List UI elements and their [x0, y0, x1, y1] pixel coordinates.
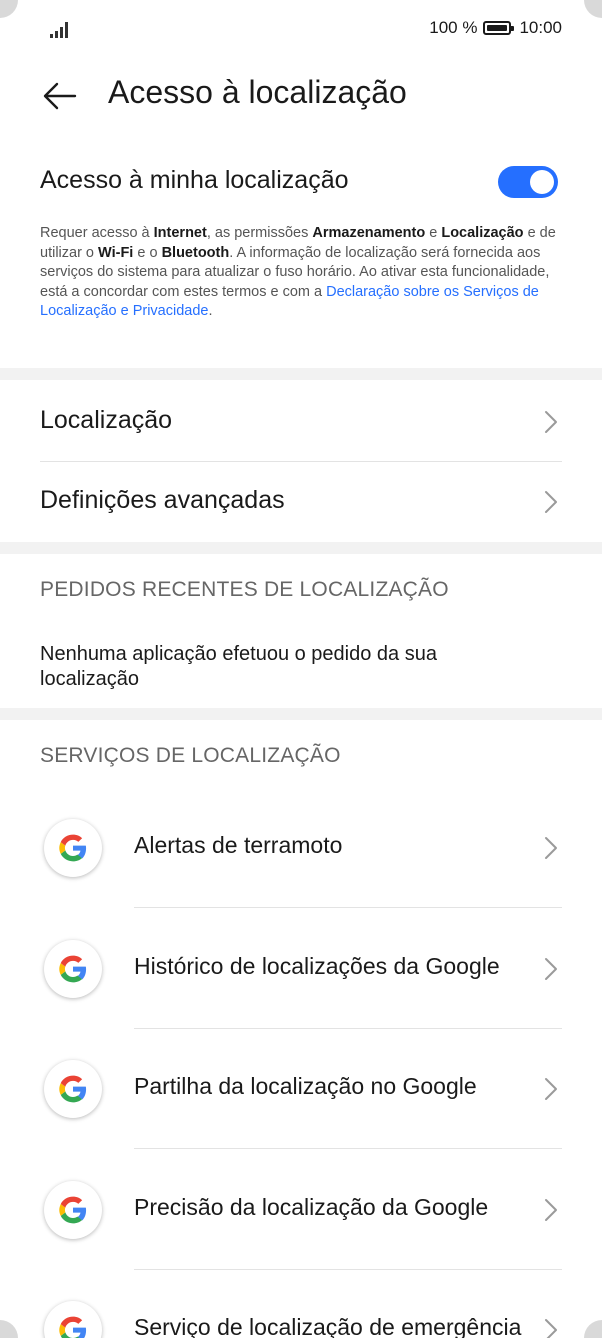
clock: 10:00 [519, 18, 562, 37]
chevron-right-icon [545, 491, 557, 513]
chevron-right-icon [545, 1198, 557, 1221]
menu-item-definicoes-avancadas[interactable]: Definições avançadas [40, 462, 562, 542]
chevron-right-icon [545, 411, 557, 433]
section-divider [0, 708, 602, 720]
location-access-description: Requer acesso à Internet, as permissões … [40, 225, 556, 319]
service-item-3[interactable]: Partilha da localização no Google [0, 1029, 602, 1149]
google-icon [44, 819, 102, 877]
chevron-right-icon [545, 1319, 557, 1338]
menu-item-label: Definições avançadas [40, 486, 285, 514]
service-item-label: Partilha da localização no Google [134, 1073, 477, 1099]
google-icon [44, 1301, 102, 1338]
service-item-label: Histórico de localizações da Google [134, 952, 500, 979]
status-right: 100 % 10:00 [429, 18, 562, 38]
google-icon [44, 1060, 102, 1118]
chevron-right-icon [545, 1078, 557, 1100]
signal-icon [50, 22, 70, 38]
page-title: Acesso à localização [108, 74, 407, 110]
location-services-header: SERVIÇOS DE LOCALIZAÇÃO [40, 744, 341, 767]
status-bar: 100 % 10:00 [0, 0, 602, 60]
service-item-4[interactable]: Precisão da localização da Google [0, 1150, 602, 1270]
location-access-label: Acesso à minha localização [40, 166, 349, 194]
chevron-right-icon [545, 837, 557, 859]
recent-requests-empty: Nenhuma aplicação efetuou o pedido da su… [40, 643, 437, 690]
menu-item-localizacao[interactable]: Localização [40, 382, 562, 462]
section-divider [0, 368, 602, 380]
service-item-label: Alertas de terramoto [134, 832, 343, 858]
google-icon [44, 939, 102, 998]
location-access-row[interactable]: Acesso à minha localização [40, 160, 562, 204]
location-access-toggle[interactable] [498, 166, 558, 198]
google-icon [44, 1180, 102, 1239]
settings-screen: 100 % 10:00 Acesso à localização Acesso … [0, 0, 602, 1338]
recent-requests-header: PEDIDOS RECENTES DE LOCALIZAÇÃO [40, 578, 449, 601]
service-item-label: Precisão da localização da Google [134, 1193, 489, 1220]
chevron-right-icon [545, 957, 557, 980]
service-item-1[interactable]: Alertas de terramoto [0, 788, 602, 908]
menu-item-label: Localização [40, 406, 173, 434]
arrow-left-icon[interactable] [40, 76, 80, 116]
toggle-knob [530, 170, 554, 194]
battery-percent: 100 % [429, 18, 478, 37]
service-item-label: Serviço de localização de emergência [134, 1314, 522, 1338]
service-item-2[interactable]: Histórico de localizações da Google [0, 909, 602, 1029]
app-header: Acesso à localização [0, 60, 602, 132]
battery-icon [483, 21, 515, 35]
service-item-5[interactable]: Serviço de localização de emergência [0, 1270, 602, 1338]
section-divider [0, 542, 602, 554]
